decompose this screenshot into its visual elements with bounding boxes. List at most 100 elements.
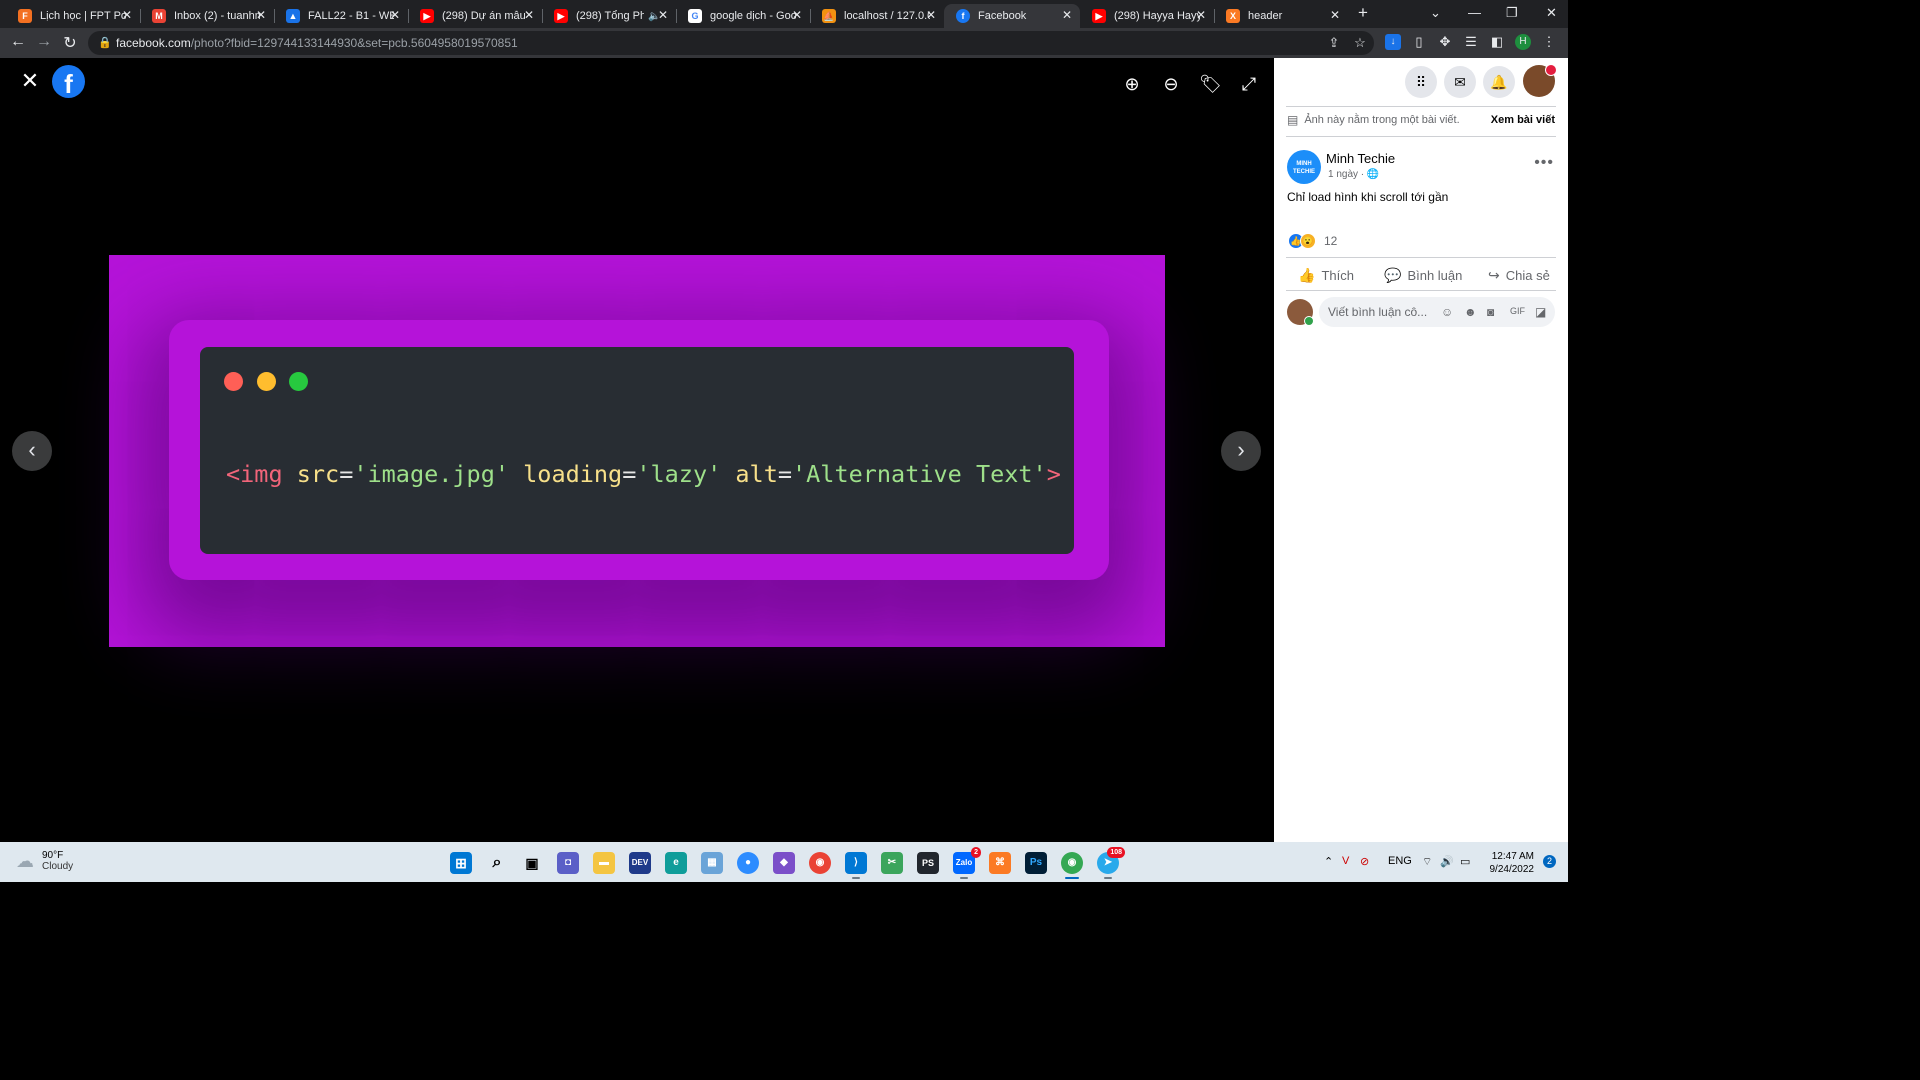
lock-icon[interactable]: 🔒 bbox=[98, 36, 112, 49]
tab-xampp[interactable]: X header ✕ bbox=[1214, 4, 1348, 28]
previous-photo-button[interactable]: ‹ bbox=[12, 431, 52, 471]
author-name[interactable]: Minh Techie bbox=[1326, 151, 1395, 166]
close-icon[interactable]: ✕ bbox=[18, 68, 42, 94]
tab-phpmyadmin[interactable]: ⛵ localhost / 127.0.0 ✕ bbox=[810, 4, 944, 28]
zoom-in-icon[interactable]: ⊕ bbox=[1121, 74, 1143, 95]
avatar-sticker-icon[interactable]: ☺ bbox=[1441, 305, 1453, 319]
battery-icon[interactable]: ▭ bbox=[1460, 855, 1470, 868]
zalo-icon[interactable]: Zalo 2 bbox=[953, 847, 981, 879]
side-panel-icon[interactable]: ◧ bbox=[1489, 34, 1505, 50]
volume-icon[interactable]: 🔊 bbox=[1440, 855, 1454, 868]
close-tab-icon[interactable]: ✕ bbox=[122, 8, 132, 22]
close-tab-icon[interactable]: ✕ bbox=[390, 8, 400, 22]
edge-icon[interactable]: e bbox=[665, 852, 687, 874]
close-tab-icon[interactable]: ✕ bbox=[926, 8, 936, 22]
more-options-icon[interactable]: ••• bbox=[1534, 154, 1554, 172]
security-icon[interactable]: ⊘ bbox=[1360, 855, 1369, 868]
reading-list-icon[interactable]: ☰ bbox=[1463, 34, 1479, 50]
telegram-icon[interactable]: ➤ 108 bbox=[1097, 847, 1125, 879]
reactions[interactable]: 👍 😮 12 bbox=[1288, 233, 1337, 249]
like-button[interactable]: 👍 Thích bbox=[1298, 267, 1354, 284]
messenger-icon[interactable]: ✉ bbox=[1444, 66, 1476, 98]
snipping-tool-icon[interactable]: ✂ bbox=[881, 852, 903, 874]
control-panel-icon[interactable]: ▦ bbox=[701, 852, 723, 874]
next-photo-button[interactable]: › bbox=[1221, 431, 1261, 471]
close-tab-icon[interactable]: ✕ bbox=[1330, 8, 1340, 22]
share-button[interactable]: ↪ Chia sẻ bbox=[1488, 267, 1550, 284]
visual-studio-icon[interactable]: ◆ bbox=[773, 852, 795, 874]
post-note: ▤ Ảnh này nằm trong một bài viết. bbox=[1287, 113, 1460, 127]
notification-badge[interactable]: 2 bbox=[1543, 855, 1556, 868]
clock[interactable]: 12:47 AM 9/24/2022 bbox=[1490, 850, 1535, 876]
close-tab-icon[interactable]: ✕ bbox=[524, 8, 534, 22]
post-time[interactable]: 1 ngày bbox=[1328, 169, 1358, 180]
close-tab-icon[interactable]: ✕ bbox=[1196, 8, 1206, 22]
show-hidden-icons-icon[interactable]: ⌃ bbox=[1324, 855, 1333, 868]
bookmark-star-icon[interactable]: ☆ bbox=[1352, 35, 1368, 51]
chrome-profile-icon[interactable]: ◉ bbox=[1061, 852, 1083, 879]
facebook-logo-icon[interactable]: f bbox=[52, 65, 85, 98]
extension-phone-icon[interactable]: ▯ bbox=[1411, 34, 1427, 50]
tab-youtube-2[interactable]: ▶ (298) Tổng Ph 🔈 ✕ bbox=[542, 4, 676, 28]
tab-gmail[interactable]: M Inbox (2) - tuanhm ✕ bbox=[140, 4, 274, 28]
tab-youtube-1[interactable]: ▶ (298) Dự án mẫu - ✕ bbox=[408, 4, 542, 28]
menu-grid-icon[interactable]: ⠿ bbox=[1405, 66, 1437, 98]
zoom-out-icon[interactable]: ⊖ bbox=[1160, 74, 1182, 95]
fullscreen-icon[interactable]: ⤢ bbox=[1238, 74, 1260, 95]
task-view-icon[interactable]: ▣ bbox=[521, 852, 543, 874]
back-button[interactable]: ← bbox=[8, 33, 28, 51]
close-window-button[interactable]: ✕ bbox=[1546, 5, 1557, 21]
phpstorm-icon[interactable]: PS bbox=[917, 852, 939, 874]
emoji-icon[interactable]: ☻ bbox=[1464, 305, 1477, 319]
tab-search-chevron-icon[interactable]: ⌄ bbox=[1430, 5, 1441, 21]
extension-download-icon[interactable]: ↓ bbox=[1385, 34, 1401, 50]
tab-fpt[interactable]: F Lịch học | FPT Polytechnic ✕ bbox=[6, 4, 140, 28]
start-windows-icon[interactable]: ⊞ bbox=[450, 852, 472, 874]
devc-icon[interactable]: DEV bbox=[629, 852, 651, 874]
profile-avatar[interactable]: H bbox=[1515, 34, 1531, 50]
share-icon[interactable]: ⇪ bbox=[1326, 35, 1342, 51]
tab-facebook[interactable]: f Facebook ✕ bbox=[944, 4, 1080, 28]
new-tab-button[interactable]: + bbox=[1358, 3, 1368, 23]
sticker-icon[interactable]: ◪ bbox=[1535, 305, 1546, 319]
see-post-link[interactable]: Xem bài viết bbox=[1491, 114, 1555, 126]
wifi-icon[interactable]: ⌔ bbox=[1422, 855, 1432, 869]
weather-widget[interactable]: ☁ 90°F Cloudy bbox=[16, 850, 73, 872]
reaction-count[interactable]: 12 bbox=[1324, 234, 1337, 248]
reload-button[interactable]: ↻ bbox=[60, 33, 80, 53]
file-explorer-icon[interactable]: ▬ bbox=[593, 852, 615, 874]
notifications-bell-icon[interactable]: 🔔 bbox=[1483, 66, 1515, 98]
tab-youtube-3[interactable]: ▶ (298) Hayya Hayya ✕ bbox=[1080, 4, 1214, 28]
search-icon[interactable]: ⌕ bbox=[486, 852, 508, 874]
close-tab-icon[interactable]: ✕ bbox=[658, 8, 668, 22]
comment-button[interactable]: 💬 Bình luận bbox=[1384, 267, 1462, 284]
vscode-icon[interactable]: ⟩ bbox=[845, 852, 867, 879]
close-tab-icon[interactable]: ✕ bbox=[792, 8, 802, 22]
restore-button[interactable]: ❐ bbox=[1506, 5, 1518, 21]
chrome-icon[interactable]: ◉ bbox=[809, 852, 831, 874]
comment-input[interactable]: Viết bình luận cô... ☺ ☻ ◙ GIF ◪ bbox=[1319, 297, 1555, 327]
author-avatar[interactable]: MINH TECHIE bbox=[1287, 150, 1321, 184]
minimize-button[interactable]: — bbox=[1468, 5, 1481, 20]
menu-kebab-icon[interactable]: ⋮ bbox=[1541, 34, 1557, 50]
gif-icon[interactable]: GIF bbox=[1510, 306, 1525, 316]
language-indicator[interactable]: ENG bbox=[1388, 855, 1412, 867]
camera-icon[interactable]: ◙ bbox=[1487, 305, 1494, 319]
current-user-avatar[interactable] bbox=[1287, 299, 1314, 326]
teams-chat-icon[interactable]: ◘ bbox=[557, 852, 579, 874]
forward-button[interactable]: → bbox=[34, 33, 54, 51]
url-text[interactable]: facebook.com/photo?fbid=129744133144930&… bbox=[116, 36, 518, 50]
extensions-puzzle-icon[interactable]: ✥ bbox=[1437, 34, 1453, 50]
photoshop-icon[interactable]: Ps bbox=[1025, 852, 1047, 874]
account-avatar[interactable] bbox=[1523, 64, 1557, 97]
close-tab-icon[interactable]: ✕ bbox=[256, 8, 266, 22]
close-tab-icon[interactable]: ✕ bbox=[1062, 8, 1072, 22]
tab-google-translate[interactable]: G google dịch - Goo ✕ bbox=[676, 4, 810, 28]
xampp-app-icon[interactable]: ⌘ bbox=[989, 852, 1011, 874]
tab-strip: F Lịch học | FPT Polytechnic ✕ M Inbox (… bbox=[0, 0, 1568, 28]
zoom-app-icon[interactable]: ● bbox=[737, 852, 759, 874]
tag-icon[interactable]: 🏷 bbox=[1199, 74, 1222, 95]
address-bar[interactable]: 🔒 facebook.com/photo?fbid=12974413314493… bbox=[88, 31, 1374, 55]
tab-classroom[interactable]: ▲ FALL22 - B1 - WEB ✕ bbox=[274, 4, 408, 28]
antivirus-icon[interactable]: V bbox=[1342, 855, 1349, 867]
